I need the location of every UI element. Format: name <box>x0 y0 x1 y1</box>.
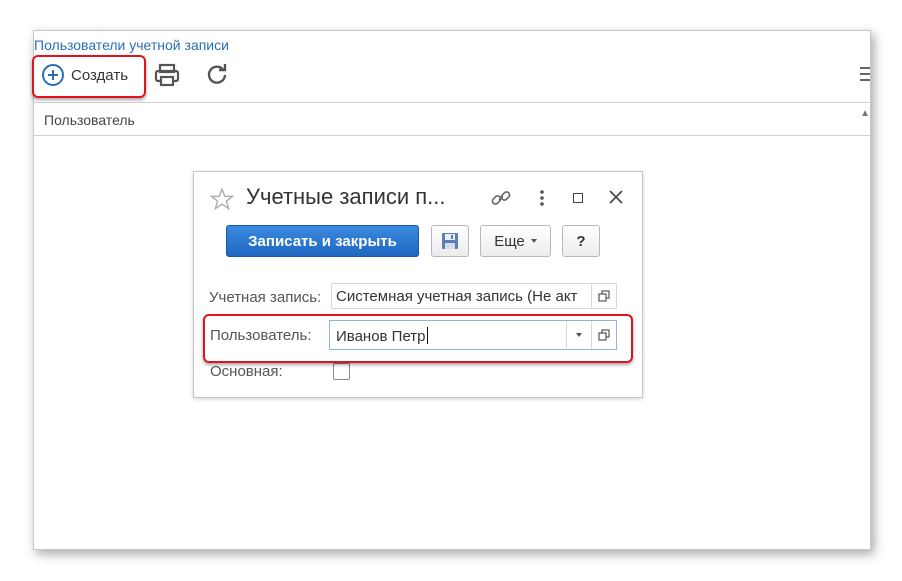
account-field[interactable]: Системная учетная запись (Не акт <box>331 283 617 309</box>
create-button[interactable]: Создать <box>40 61 138 89</box>
maximize-icon[interactable] <box>573 193 583 203</box>
open-window-icon <box>598 290 610 302</box>
table-header: Пользователь ▲ <box>34 102 870 136</box>
account-label: Учетная запись: <box>209 289 322 306</box>
user-dropdown-button[interactable] <box>566 321 591 349</box>
floppy-disk-icon <box>442 233 458 249</box>
user-field[interactable]: Иванов Петр <box>329 320 617 350</box>
hamburger-menu-icon[interactable] <box>860 67 870 81</box>
close-icon[interactable] <box>608 189 624 205</box>
main-label: Основная: <box>210 363 283 380</box>
plus-circle-icon <box>42 64 64 86</box>
chevron-down-icon <box>576 333 582 337</box>
user-label: Пользователь: <box>210 327 312 344</box>
sort-arrow-icon: ▲ <box>860 108 870 119</box>
text-cursor <box>426 327 428 344</box>
more-button-label: Еще <box>494 232 525 250</box>
more-vertical-icon[interactable] <box>538 188 546 208</box>
open-user-button[interactable] <box>591 321 616 349</box>
breadcrumb[interactable]: Пользователи учетной записи <box>34 37 229 53</box>
open-account-button[interactable] <box>591 284 616 308</box>
save-button[interactable] <box>431 225 469 257</box>
chevron-down-icon <box>530 239 537 243</box>
help-button[interactable]: ? <box>562 225 600 257</box>
main-checkbox[interactable] <box>333 363 350 380</box>
more-button[interactable]: Еще <box>480 225 551 257</box>
create-button-label: Создать <box>71 66 129 84</box>
save-and-close-button[interactable]: Записать и закрыть <box>226 225 419 257</box>
user-value: Иванов Петр <box>336 328 426 345</box>
refresh-icon[interactable] <box>206 63 228 85</box>
dialog-title: Учетные записи п... <box>246 184 446 209</box>
star-icon[interactable] <box>210 188 234 210</box>
link-icon[interactable] <box>490 188 512 208</box>
open-window-icon <box>598 329 610 341</box>
account-value: Системная учетная запись (Не акт <box>336 288 578 305</box>
column-header-user[interactable]: Пользователь <box>44 112 135 128</box>
account-users-dialog: Учетные записи п... Записать и закрыть Е… <box>193 171 643 398</box>
printer-icon[interactable] <box>154 63 180 87</box>
